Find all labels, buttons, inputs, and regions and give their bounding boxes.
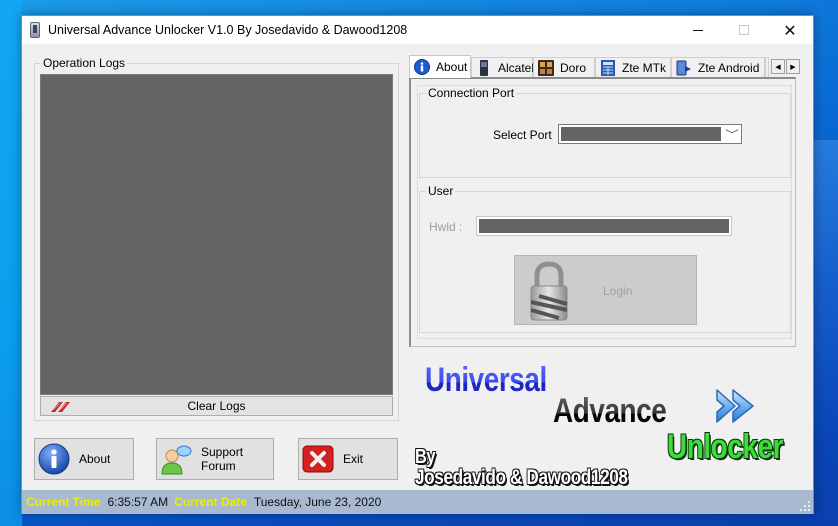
exit-x-icon <box>302 445 334 473</box>
connection-port-group: Connection Port Select Port ﹀ <box>419 86 791 178</box>
hwid-label: Hwld : <box>429 220 463 234</box>
exit-label: Exit <box>343 452 364 466</box>
user-group-label: User <box>426 184 456 198</box>
tab-scroll-right-button[interactable]: ▶ <box>786 59 800 74</box>
fast-forward-icon <box>716 389 754 423</box>
clear-logs-button[interactable]: Clear Logs <box>40 396 393 416</box>
tab-zte-android[interactable]: Zte Android <box>671 57 765 77</box>
tab-scroll-left-button[interactable]: ◀ <box>771 59 785 74</box>
hwid-input[interactable] <box>476 216 732 236</box>
minimize-icon <box>693 29 703 31</box>
current-time-label: Current Time <box>26 495 101 509</box>
banner-universal-text: Universal <box>425 361 547 399</box>
support-forum-button[interactable]: Support Forum <box>156 438 274 480</box>
banner-unlocker-text: Unlocker <box>667 428 784 466</box>
tab-alcatel[interactable]: Alcatel <box>471 57 535 77</box>
tab-hidden-edge <box>765 57 769 77</box>
banner-advance-text: Advance <box>553 392 667 430</box>
hwid-value <box>479 219 729 233</box>
tab-label: Doro <box>560 60 587 75</box>
close-button[interactable]: ✕ <box>767 16 813 44</box>
login-button[interactable]: Login <box>514 255 697 325</box>
info-icon <box>414 59 430 75</box>
about-button[interactable]: About <box>34 438 134 480</box>
operation-logs-label: Operation Logs <box>41 56 128 70</box>
tab-label: Alcatel <box>498 60 535 75</box>
maximize-button[interactable] <box>721 16 767 44</box>
tab-zte-mtk[interactable]: Zte MTk <box>595 57 671 77</box>
exit-button[interactable]: Exit <box>298 438 398 480</box>
window-title: Universal Advance Unlocker V1.0 By Josed… <box>48 23 408 37</box>
tab-about[interactable]: About <box>409 55 471 78</box>
about-label: About <box>79 452 111 466</box>
device-tabstrip: About Alcatel Doro Zte MTk Zte Android ◀… <box>409 55 804 78</box>
doro-icon <box>538 59 554 76</box>
desktop-background <box>0 0 22 526</box>
tab-label: About <box>436 60 468 74</box>
title-bar[interactable]: Universal Advance Unlocker V1.0 By Josed… <box>22 16 813 44</box>
arrow-left-icon: ◀ <box>775 63 781 71</box>
support-forum-label: Support Forum <box>201 445 244 473</box>
arrow-right-icon: ▶ <box>790 63 796 71</box>
login-label: Login <box>603 284 633 298</box>
select-port-label: Select Port <box>493 128 552 142</box>
minimize-button[interactable] <box>675 16 721 44</box>
desktop-light-beam <box>814 140 838 440</box>
current-date-value: Tuesday, June 23, 2020 <box>253 495 382 509</box>
tab-label: Zte Android <box>698 60 760 75</box>
connection-port-label: Connection Port <box>426 86 517 100</box>
port-select-dropdown[interactable]: ﹀ <box>558 124 742 144</box>
calculator-icon <box>601 59 615 76</box>
current-time-value: 6:35:57 AM <box>107 495 169 509</box>
resize-grip-icon[interactable] <box>800 501 810 511</box>
chevron-down-icon: ﹀ <box>725 130 739 141</box>
user-group: User Hwld : Login <box>419 184 791 333</box>
close-icon: ✕ <box>783 20 797 40</box>
phone-icon <box>480 59 488 76</box>
current-date-label: Current Date <box>174 495 247 509</box>
status-bar: Current Time 6:35:57 AM Current Date Tue… <box>22 490 813 514</box>
banner-authors-text: Josedavido & Dawood1208 <box>415 466 628 489</box>
app-window: Universal Advance Unlocker V1.0 By Josed… <box>21 15 814 514</box>
clear-logs-label: Clear Logs <box>187 399 246 413</box>
android-phone-icon <box>676 60 691 75</box>
info-icon <box>38 443 70 475</box>
padlock-icon <box>530 261 568 321</box>
tab-doro[interactable]: Doro <box>533 57 595 77</box>
tab-label: Zte MTk <box>622 60 666 75</box>
support-user-icon <box>161 445 192 475</box>
app-banner: Universal Advance Unlocker By Josedavido… <box>409 356 809 496</box>
eraser-icon <box>51 402 70 412</box>
app-phone-icon <box>30 22 40 38</box>
port-select-value <box>561 127 721 141</box>
maximize-icon <box>739 25 749 35</box>
operation-logs-textarea[interactable] <box>40 74 393 395</box>
